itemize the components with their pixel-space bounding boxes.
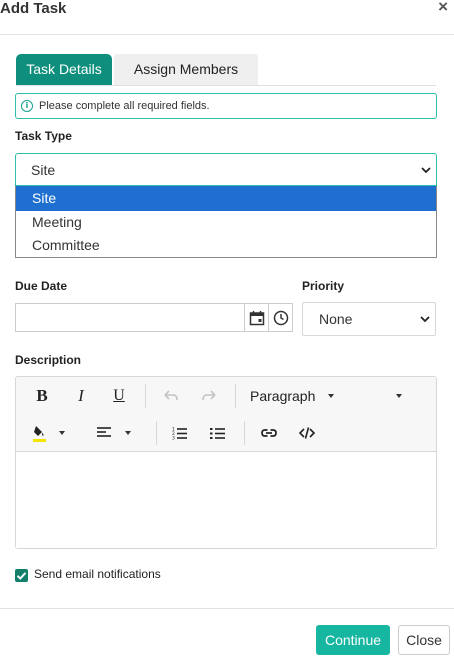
close-button[interactable]: Close [398, 625, 450, 655]
description-editor-body[interactable] [16, 453, 436, 548]
align-button[interactable] [96, 421, 138, 445]
toolbar-separator [156, 421, 157, 445]
source-code-icon [299, 427, 315, 439]
email-notifications-checkbox[interactable] [15, 569, 28, 582]
toolbar-separator [145, 384, 146, 408]
alert-text: Please complete all required fields. [39, 100, 210, 112]
caret-down-icon [328, 394, 335, 398]
tab-assign-members[interactable]: Assign Members [114, 54, 258, 85]
caret-down-icon [59, 431, 65, 435]
link-button[interactable] [257, 421, 281, 445]
description-label: Description [15, 353, 82, 367]
toolbar-separator [244, 421, 245, 445]
underline-button[interactable]: U [107, 384, 131, 408]
chevron-down-icon [420, 316, 430, 323]
description-editor: B I U Paragraph 1 2 3 [15, 376, 437, 549]
close-icon[interactable]: × [438, 0, 448, 17]
redo-button[interactable] [197, 384, 221, 408]
footer-divider [0, 608, 454, 609]
time-button[interactable] [269, 303, 293, 332]
highlight-color-button[interactable] [30, 421, 76, 445]
info-icon: i [21, 100, 33, 112]
continue-button[interactable]: Continue [316, 625, 390, 655]
italic-button[interactable]: I [69, 384, 93, 408]
task-type-value: Site [31, 161, 56, 178]
priority-label: Priority [302, 279, 345, 293]
toolbar-separator [235, 384, 236, 408]
option-committee[interactable]: Committee [16, 234, 436, 257]
email-notifications-label: Send email notifications [34, 567, 161, 581]
block-format-label: Paragraph [250, 388, 316, 404]
required-fields-alert: i Please complete all required fields. [15, 93, 437, 119]
task-type-options: Site Meeting Committee [15, 186, 437, 258]
calendar-icon [249, 310, 264, 325]
source-code-button[interactable] [295, 421, 319, 445]
numbered-list-button[interactable]: 1 2 3 [168, 421, 192, 445]
tab-bar: Task Details Assign Members [16, 54, 436, 86]
due-date-input[interactable] [15, 303, 245, 332]
dialog-title: Add Task [0, 0, 67, 17]
calendar-button[interactable] [245, 303, 269, 332]
header-divider [0, 34, 454, 35]
bold-button[interactable]: B [30, 384, 54, 408]
undo-button[interactable] [159, 384, 183, 408]
chevron-down-icon [421, 166, 431, 173]
caret-down-icon [125, 431, 131, 435]
block-format-dropdown[interactable]: Paragraph [250, 384, 420, 408]
option-site[interactable]: Site [16, 186, 436, 211]
svg-text:3: 3 [172, 436, 175, 441]
due-date-label: Due Date [15, 279, 68, 293]
priority-select[interactable]: None [302, 302, 436, 336]
editor-toolbar: B I U Paragraph 1 2 3 [16, 377, 436, 452]
align-icon [97, 427, 111, 437]
highlight-color-icon [33, 426, 46, 442]
task-type-label: Task Type [15, 129, 72, 143]
bulleted-list-icon [210, 428, 225, 439]
clock-icon [273, 310, 288, 325]
check-icon [16, 572, 27, 580]
priority-value: None [319, 311, 353, 327]
bulleted-list-button[interactable] [206, 421, 230, 445]
tab-task-details[interactable]: Task Details [16, 54, 112, 85]
task-type-select[interactable]: Site [15, 153, 437, 186]
numbered-list-icon: 1 2 3 [172, 427, 187, 441]
undo-icon [164, 390, 178, 401]
option-meeting[interactable]: Meeting [16, 211, 436, 234]
caret-down-icon [396, 394, 402, 398]
link-icon [261, 429, 277, 437]
redo-icon [202, 390, 216, 401]
